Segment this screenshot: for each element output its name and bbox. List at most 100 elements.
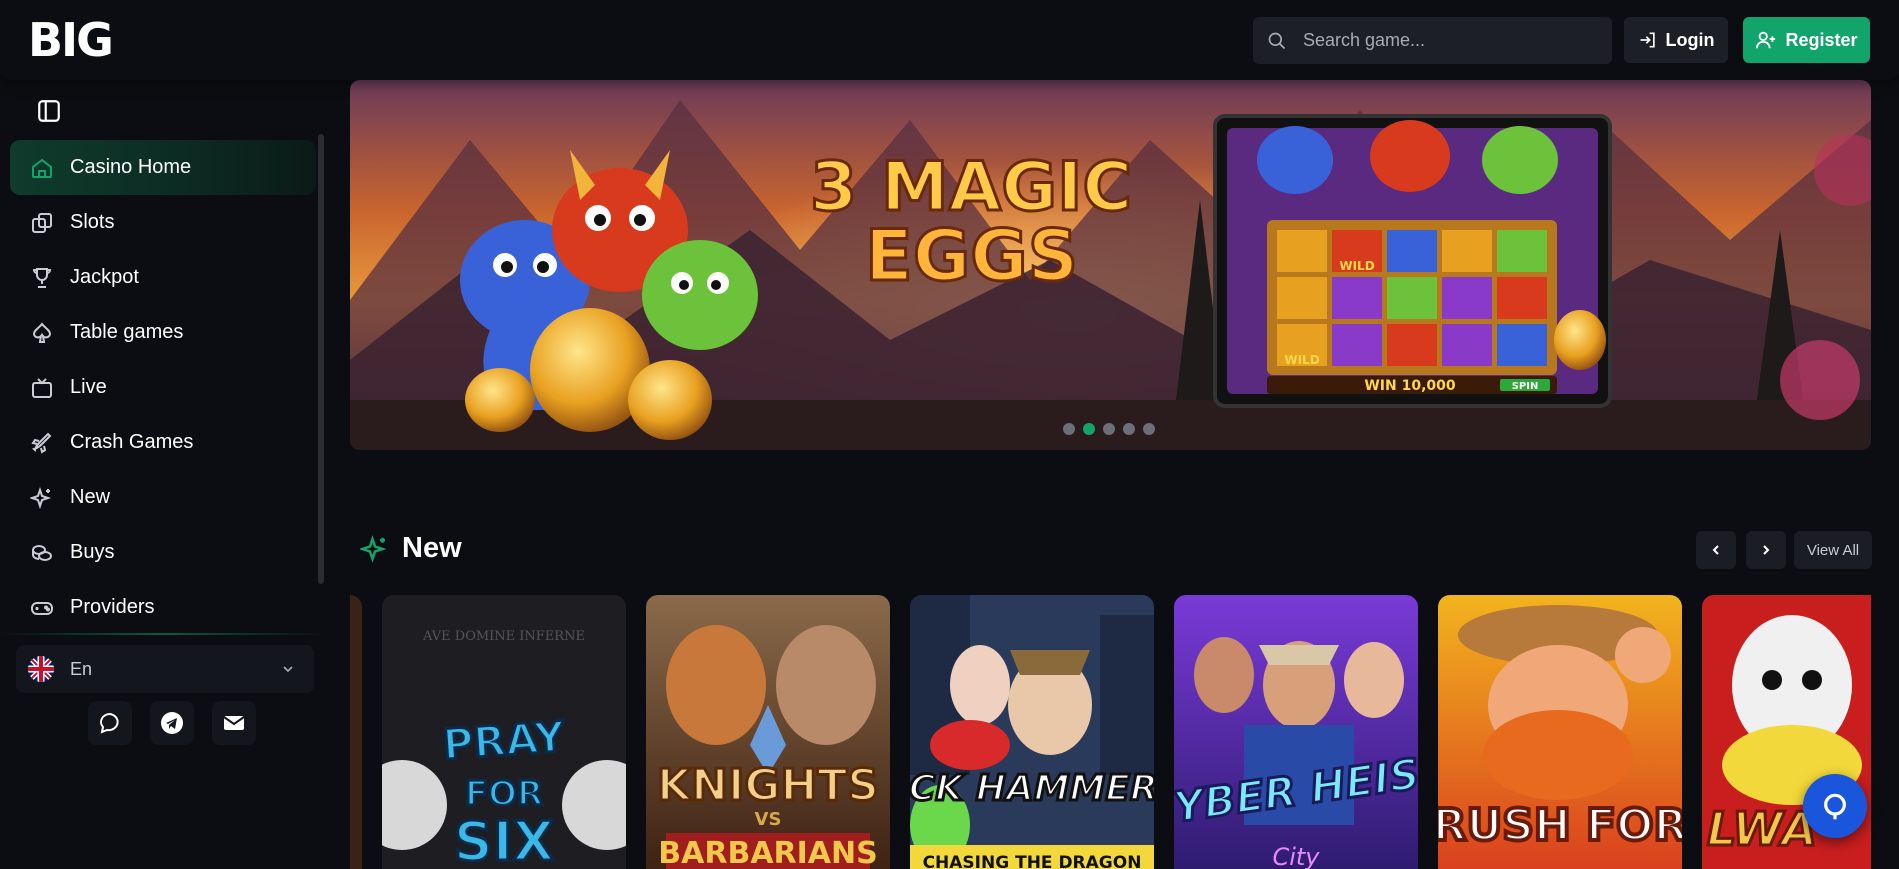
chevron-down-icon (283, 666, 293, 673)
sidebar-item-label: Jackpot (70, 266, 139, 288)
game-thumbnail: KNIGHTS VS BARBARIANS (646, 595, 890, 869)
sidebar-item-label: Live (70, 376, 107, 398)
chat-link[interactable] (88, 701, 132, 745)
carousel-dot[interactable] (1143, 423, 1155, 435)
sidebar-item-label: Slots (70, 211, 115, 233)
sidebar-item-label: Providers (70, 596, 155, 618)
register-button[interactable]: Register (1743, 17, 1870, 63)
site-logo[interactable]: BIG (28, 16, 114, 64)
search-box[interactable] (1253, 17, 1612, 64)
rocket-icon (31, 432, 52, 454)
search-input[interactable] (1303, 30, 1583, 51)
promo-banner[interactable]: 3 MAGIC EGGS WILD WILD WIN 10,000 SPIN (350, 80, 1871, 450)
spade-icon (32, 321, 52, 343)
carousel-dots (1063, 423, 1155, 435)
language-label: En (70, 658, 93, 679)
telegram-icon (161, 712, 183, 734)
game-title: LWA (1707, 802, 1817, 856)
login-label: Login (1665, 29, 1715, 50)
scroll-right-button[interactable] (1746, 531, 1786, 569)
sparkles-icon (30, 486, 52, 509)
sidebar-nav: Casino Home Slots Jackpot Table games Li… (10, 140, 316, 635)
sidebar: Casino Home Slots Jackpot Table games Li… (0, 80, 325, 869)
game-thumbnail: JACK HAMMER 4 CHASING THE DRAGON (910, 595, 1154, 869)
game-subtitle: City (1272, 843, 1320, 869)
slots-icon (32, 212, 52, 233)
sidebar-item-slots[interactable]: Slots (10, 195, 316, 250)
email-link[interactable] (212, 701, 256, 745)
login-button[interactable]: Login (1624, 17, 1728, 63)
sidebar-toggle-icon[interactable] (36, 98, 62, 124)
carousel-dot-active[interactable] (1083, 423, 1095, 435)
carousel-dot[interactable] (1063, 423, 1075, 435)
register-label: Register (1785, 29, 1858, 50)
game-title: PRAY (441, 712, 567, 769)
banner-title-line2: EGGS (865, 215, 1078, 297)
banner-artwork: 3 MAGIC EGGS WILD WILD WIN 10,000 SPIN (350, 80, 1871, 450)
tv-icon (32, 377, 52, 398)
view-all-button[interactable]: View All (1794, 531, 1872, 569)
carousel-dot[interactable] (1123, 423, 1135, 435)
game-card-pray-for-six[interactable]: AVE DOMINE INFERNE PRAY FOR SIX (382, 595, 626, 869)
mail-icon (223, 716, 245, 730)
game-card-cyber-heist[interactable]: CYBER HEIST City (1174, 595, 1418, 869)
sidebar-item-label: Table games (70, 321, 184, 343)
sparkles-icon (360, 534, 387, 563)
game-title: SIX (454, 810, 555, 869)
sidebar-item-label: Casino Home (70, 156, 192, 178)
add-user-icon (1756, 31, 1776, 49)
sidebar-item-new[interactable]: New (10, 470, 316, 525)
sidebar-item-label: Crash Games (70, 431, 194, 453)
language-selector[interactable]: En (16, 645, 314, 693)
game-vs: VS (755, 809, 782, 830)
carousel-dot[interactable] (1103, 423, 1115, 435)
divider (0, 633, 325, 635)
sidebar-item-buys[interactable]: Buys (10, 525, 316, 580)
search-icon (1268, 32, 1286, 49)
chat-bubble-icon (100, 712, 119, 734)
game-subtitle: BARBARIANS (658, 836, 877, 869)
game-card-rush-for-gold[interactable]: RUSH FOR (1438, 595, 1682, 869)
spin-label: SPIN (1512, 381, 1539, 392)
sidebar-item-casino-home[interactable]: Casino Home (10, 140, 316, 195)
wild-label: WILD (1284, 353, 1319, 367)
login-icon (1640, 32, 1655, 48)
sidebar-item-table-games[interactable]: Table games (10, 305, 316, 360)
gamepad-icon (31, 601, 53, 615)
win-text: WIN 10,000 (1364, 378, 1456, 394)
live-chat-button[interactable] (1803, 774, 1867, 838)
game-title: JACK HAMMER 4 (910, 768, 1154, 809)
chevron-right-icon (1763, 545, 1770, 555)
game-title: RUSH FOR (1438, 800, 1682, 851)
sidebar-item-label: New (70, 486, 111, 508)
trophy-icon (32, 267, 52, 288)
game-title: FOR (465, 774, 543, 814)
uk-flag-icon (28, 656, 54, 682)
sidebar-item-live[interactable]: Live (10, 360, 316, 415)
game-subtitle: CHASING THE DRAGON (923, 853, 1142, 869)
sidebar-item-label: Buys (70, 541, 115, 563)
sidebar-scrollbar[interactable] (318, 134, 324, 584)
chat-icon (1824, 793, 1846, 820)
game-thumbnail: CYBER HEIST City (1174, 595, 1418, 869)
section-header: New (360, 532, 462, 565)
wild-label: WILD (1339, 259, 1374, 273)
game-card-partial[interactable] (350, 595, 362, 869)
game-thumbnail: AVE DOMINE INFERNE PRAY FOR SIX (382, 595, 626, 869)
game-title: KNIGHTS (657, 760, 879, 811)
game-card-knights-vs-barbarians[interactable]: KNIGHTS VS BARBARIANS (646, 595, 890, 869)
social-links (88, 701, 256, 745)
sidebar-item-jackpot[interactable]: Jackpot (10, 250, 316, 305)
home-icon (32, 158, 52, 178)
top-bar: BIG Login Register (0, 0, 1899, 80)
game-thumbnail: RUSH FOR (1438, 595, 1682, 869)
games-row: AVE DOMINE INFERNE PRAY FOR SIX KNIGHTS … (350, 595, 1871, 869)
section-title: New (402, 532, 462, 564)
sidebar-item-crash-games[interactable]: Crash Games (10, 415, 316, 470)
telegram-link[interactable] (150, 701, 194, 745)
sidebar-item-providers[interactable]: Providers (10, 580, 316, 635)
scroll-left-button[interactable] (1696, 531, 1736, 569)
chevron-left-icon (1712, 545, 1719, 555)
coins-icon (32, 544, 52, 561)
game-card-jack-hammer-4[interactable]: JACK HAMMER 4 CHASING THE DRAGON (910, 595, 1154, 869)
